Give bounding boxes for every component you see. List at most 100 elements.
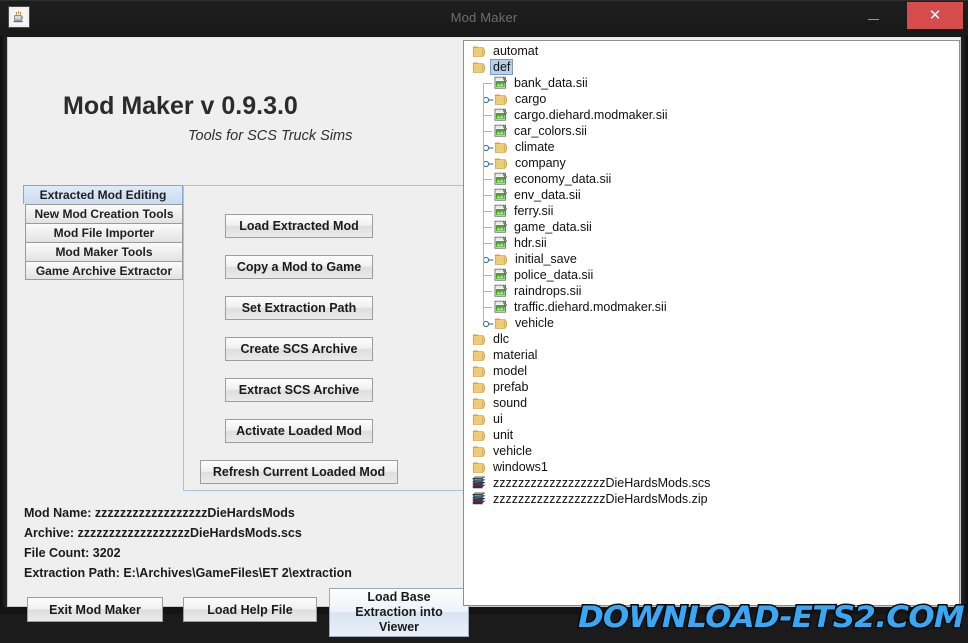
folder-icon	[472, 462, 486, 473]
tree-folder-node[interactable]: cargo	[464, 91, 959, 107]
help-button-label: Load Help File	[207, 602, 293, 617]
tab-mod-maker-tools[interactable]: Mod Maker Tools	[25, 242, 183, 261]
client-area: Mod Maker v 0.9.3.0 Tools for SCS Truck …	[7, 37, 966, 637]
tree-file-node[interactable]: game_data.sii	[464, 219, 959, 235]
tree-node-label: car_colors.sii	[514, 124, 587, 138]
sii-file-icon-wrap	[494, 76, 508, 90]
tree-file-node[interactable]: zzzzzzzzzzzzzzzzzzDieHardsMods.zip	[464, 491, 959, 507]
tree-file-node[interactable]: env_data.sii	[464, 187, 959, 203]
folder-icon-wrap	[472, 396, 487, 410]
tree-folder-node[interactable]: initial_save	[464, 251, 959, 267]
folder-icon	[472, 334, 486, 345]
folder-icon-wrap	[472, 428, 487, 442]
title-bar-top-highlight	[0, 0, 968, 1]
exit-mod-maker-button[interactable]: Exit Mod Maker	[27, 597, 163, 622]
tree-folder-node[interactable]: windows1	[464, 459, 959, 475]
page-subtitle: Tools for SCS Truck Sims	[188, 128, 353, 144]
tree-branch-line	[483, 307, 492, 308]
extract-scs-archive-button[interactable]: Extract SCS Archive	[225, 378, 373, 402]
sii-file-icon	[494, 204, 508, 217]
tree-node-label: initial_save	[515, 252, 577, 266]
set-extraction-path-button[interactable]: Set Extraction Path	[225, 296, 373, 320]
tree-node-label: bank_data.sii	[514, 76, 588, 90]
folder-icon-wrap	[472, 44, 487, 58]
tree-file-node[interactable]: police_data.sii	[464, 267, 959, 283]
tree-folder-node[interactable]: vehicle	[464, 315, 959, 331]
tree-node-label: unit	[493, 428, 514, 442]
info-file-count: File Count: 3202	[24, 546, 121, 560]
tab-label: New Mod Creation Tools	[34, 207, 174, 221]
tree-node-label: vehicle	[493, 444, 532, 458]
folder-icon	[472, 446, 486, 457]
tree-folder-node[interactable]: climate	[464, 139, 959, 155]
tree-folder-node[interactable]: prefab	[464, 379, 959, 395]
tree-folder-node[interactable]: dlc	[464, 331, 959, 347]
load-extracted-mod-button[interactable]: Load Extracted Mod	[225, 214, 373, 238]
exit-button-label: Exit Mod Maker	[49, 602, 141, 617]
load-base-line-1: Load Base	[367, 590, 431, 604]
tree-branch-line	[483, 179, 492, 180]
action-button-label: Extract SCS Archive	[238, 383, 360, 397]
tree-file-node[interactable]: zzzzzzzzzzzzzzzzzzDieHardsMods.scs	[464, 475, 959, 491]
tree-folder-node[interactable]: sound	[464, 395, 959, 411]
archive-icon-wrap	[472, 476, 487, 490]
tree-file-node[interactable]: ferry.sii	[464, 203, 959, 219]
tree-file-node[interactable]: bank_data.sii	[464, 75, 959, 91]
folder-icon	[472, 62, 486, 73]
tab-label: Extracted Mod Editing	[39, 188, 167, 202]
folder-icon	[472, 414, 486, 425]
tree-file-node[interactable]: cargo.diehard.modmaker.sii	[464, 107, 959, 123]
tab-mod-file-importer[interactable]: Mod File Importer	[25, 223, 183, 242]
tree-node-label: material	[493, 348, 538, 362]
tab-list: Extracted Mod Editing New Mod Creation To…	[23, 185, 188, 295]
copy-a-mod-to-game-button[interactable]: Copy a Mod to Game	[225, 255, 373, 279]
tree-file-node[interactable]: economy_data.sii	[464, 171, 959, 187]
folder-icon	[472, 382, 486, 393]
create-scs-archive-button[interactable]: Create SCS Archive	[225, 337, 373, 361]
sii-file-icon-wrap	[494, 188, 508, 202]
folder-icon-wrap	[472, 460, 487, 474]
tree-node-label: env_data.sii	[514, 188, 581, 202]
window-edge-right	[961, 37, 968, 614]
load-base-extraction-button[interactable]: Load Base Extraction into Viewer	[329, 588, 469, 637]
activate-loaded-mod-button[interactable]: Activate Loaded Mod	[225, 419, 373, 443]
info-extraction-path: Extraction Path: E:\Archives\GameFiles\E…	[24, 566, 352, 580]
minimize-button[interactable]	[852, 1, 894, 31]
folder-icon-wrap	[494, 92, 509, 106]
action-button-label: Refresh Current Loaded Mod	[212, 465, 386, 479]
tab-game-archive-extractor[interactable]: Game Archive Extractor	[25, 261, 183, 280]
tree-file-node[interactable]: traffic.diehard.modmaker.sii	[464, 299, 959, 315]
folder-icon-wrap	[472, 444, 487, 458]
tree-folder-node[interactable]: def	[464, 59, 959, 75]
tree-folder-node[interactable]: automat	[464, 43, 959, 59]
sii-file-icon-wrap	[494, 236, 508, 250]
sii-file-icon-wrap	[494, 284, 508, 298]
file-tree-panel[interactable]: automat def bank_data.sii cargo cargo.diehar…	[463, 40, 960, 606]
sii-file-icon	[494, 172, 508, 185]
folder-icon	[472, 430, 486, 441]
tree-file-node[interactable]: car_colors.sii	[464, 123, 959, 139]
tab-extracted-mod-editing[interactable]: Extracted Mod Editing	[23, 185, 183, 204]
close-button[interactable]: ✕	[907, 2, 963, 29]
close-icon: ✕	[928, 7, 942, 24]
tree-file-node[interactable]: hdr.sii	[464, 235, 959, 251]
sii-file-icon	[494, 76, 508, 89]
sii-file-icon	[494, 300, 508, 313]
file-tree: automat def bank_data.sii cargo cargo.diehar…	[464, 43, 959, 507]
folder-icon	[472, 398, 486, 409]
tree-folder-node[interactable]: model	[464, 363, 959, 379]
tree-file-node[interactable]: raindrops.sii	[464, 283, 959, 299]
tree-folder-node[interactable]: material	[464, 347, 959, 363]
tree-folder-node[interactable]: vehicle	[464, 443, 959, 459]
tree-folder-node[interactable]: ui	[464, 411, 959, 427]
tree-branch-line	[483, 83, 492, 84]
tab-new-mod-creation-tools[interactable]: New Mod Creation Tools	[25, 204, 183, 223]
tree-folder-node[interactable]: company	[464, 155, 959, 171]
tab-label: Game Archive Extractor	[35, 263, 173, 278]
refresh-current-loaded-mod-button[interactable]: Refresh Current Loaded Mod	[200, 460, 398, 484]
tree-folder-node[interactable]: unit	[464, 427, 959, 443]
sii-file-icon	[494, 236, 508, 249]
folder-icon	[494, 142, 508, 153]
tree-node-label: windows1	[493, 460, 548, 474]
load-help-file-button[interactable]: Load Help File	[183, 597, 317, 622]
